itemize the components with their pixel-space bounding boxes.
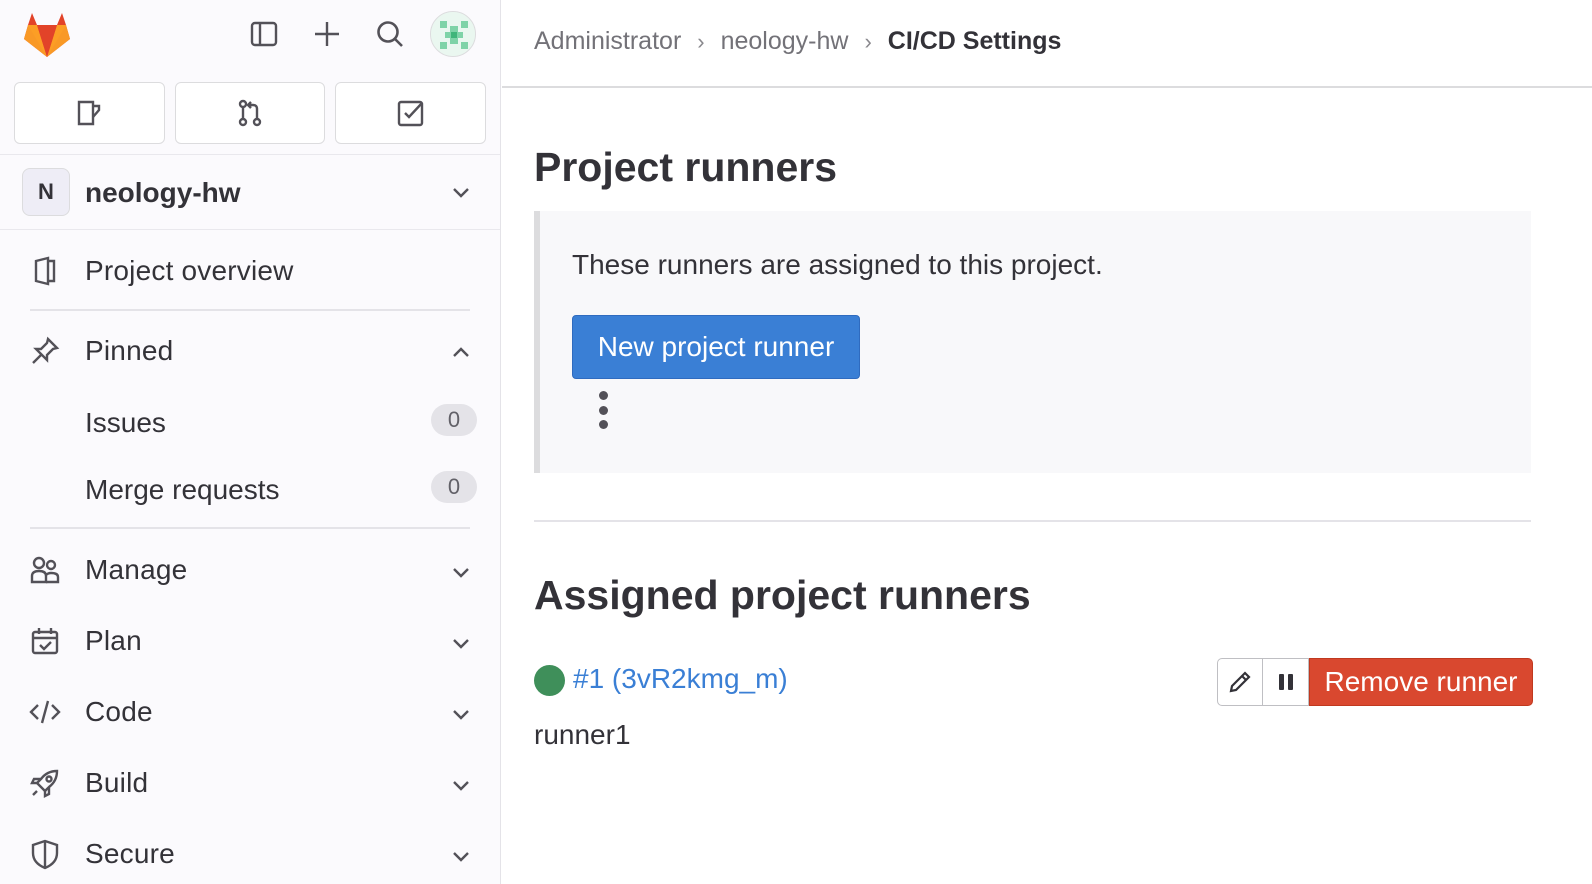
plus-icon[interactable] — [307, 14, 347, 54]
new-project-runner-button[interactable]: New project runner — [572, 315, 860, 379]
chevron-down-icon — [448, 559, 474, 590]
chevron-down-icon — [448, 179, 474, 210]
runner-online-status-icon — [534, 665, 565, 696]
nav-label: Plan — [85, 625, 142, 656]
remove-runner-button[interactable]: Remove runner — [1309, 658, 1533, 706]
edit-runner-button[interactable] — [1217, 658, 1263, 706]
chevron-down-icon — [448, 630, 474, 661]
thumbtack-icon — [28, 334, 62, 368]
nav-project-overview[interactable]: Project overview — [0, 240, 500, 300]
issues-icon — [78, 100, 101, 126]
code-icon — [28, 695, 62, 729]
nav-label: Issues — [85, 407, 166, 438]
nav-label: Secure — [85, 838, 175, 869]
divider — [30, 527, 470, 529]
pause-runner-button[interactable] — [1263, 658, 1309, 706]
sidebar: N neology-hw Project overview Pinned Iss… — [0, 0, 501, 884]
user-avatar[interactable] — [430, 11, 476, 57]
calendar-check-icon — [28, 624, 62, 658]
pencil-icon — [1229, 671, 1251, 693]
runner-link[interactable]: #1 (3vR2kmg_m) — [573, 663, 788, 695]
breadcrumb-item-administrator[interactable]: Administrator — [534, 27, 681, 56]
gitlab-logo-icon[interactable] — [20, 9, 74, 59]
runners-info-text: These runners are assigned to this proje… — [572, 249, 1103, 280]
section-divider — [534, 520, 1531, 522]
nav-secure[interactable]: Secure — [0, 823, 500, 883]
runner-description: runner1 — [534, 719, 631, 750]
pause-icon — [1278, 674, 1293, 690]
nav-label: Merge requests — [85, 474, 280, 505]
nav-label: Build — [85, 767, 149, 798]
project-runners-heading: Project runners — [534, 144, 838, 190]
project-name: neology-hw — [85, 177, 241, 208]
divider — [30, 309, 470, 311]
project-switcher[interactable]: N neology-hw — [0, 154, 500, 230]
shield-icon — [28, 837, 62, 871]
users-icon — [28, 553, 62, 587]
merge-request-icon — [238, 99, 262, 127]
rocket-icon — [28, 766, 62, 800]
breadcrumb-current[interactable]: CI/CD Settings — [888, 27, 1062, 56]
todo-check-icon — [397, 100, 423, 127]
breadcrumb-separator: › — [864, 28, 872, 54]
nav-build[interactable]: Build — [0, 752, 500, 812]
project-avatar: N — [22, 168, 70, 216]
count-badge: 0 — [431, 404, 477, 436]
todos-shortcut-button[interactable] — [335, 82, 487, 144]
nav-pinned[interactable]: Pinned — [0, 320, 500, 380]
count-badge: 0 — [431, 471, 477, 503]
issues-shortcut-button[interactable] — [14, 82, 165, 144]
nav-plan[interactable]: Plan — [0, 610, 500, 670]
runner-actions: Remove runner — [1217, 658, 1533, 706]
nav-pinned-merge-requests[interactable]: Merge requests 0 — [0, 459, 500, 519]
quick-actions — [14, 82, 487, 144]
sidebar-topbar — [0, 0, 500, 70]
breadcrumb-separator: › — [697, 28, 705, 54]
nav-manage[interactable]: Manage — [0, 539, 500, 599]
merge-requests-shortcut-button[interactable] — [174, 82, 326, 144]
breadcrumb: Administrator › neology-hw › CI/CD Setti… — [534, 27, 1061, 56]
nav-label: Manage — [85, 554, 188, 585]
more-actions-icon[interactable] — [596, 391, 610, 429]
chevron-down-icon — [448, 843, 474, 874]
nav-label: Project overview — [85, 255, 294, 286]
breadcrumb-bar: Administrator › neology-hw › CI/CD Setti… — [502, 0, 1592, 88]
nav-label: Code — [85, 696, 153, 727]
project-icon — [28, 254, 62, 288]
runners-info-box: These runners are assigned to this proje… — [534, 211, 1531, 473]
nav-pinned-issues[interactable]: Issues 0 — [0, 392, 500, 452]
sidebar-toggle-icon[interactable] — [244, 14, 284, 54]
chevron-down-icon — [448, 772, 474, 803]
search-icon[interactable] — [370, 14, 410, 54]
nav-label: Pinned — [85, 335, 174, 366]
chevron-up-icon — [448, 340, 474, 371]
chevron-down-icon — [448, 701, 474, 732]
assigned-runners-heading: Assigned project runners — [534, 572, 1031, 618]
nav-code[interactable]: Code — [0, 681, 500, 741]
breadcrumb-item-project[interactable]: neology-hw — [721, 27, 849, 56]
